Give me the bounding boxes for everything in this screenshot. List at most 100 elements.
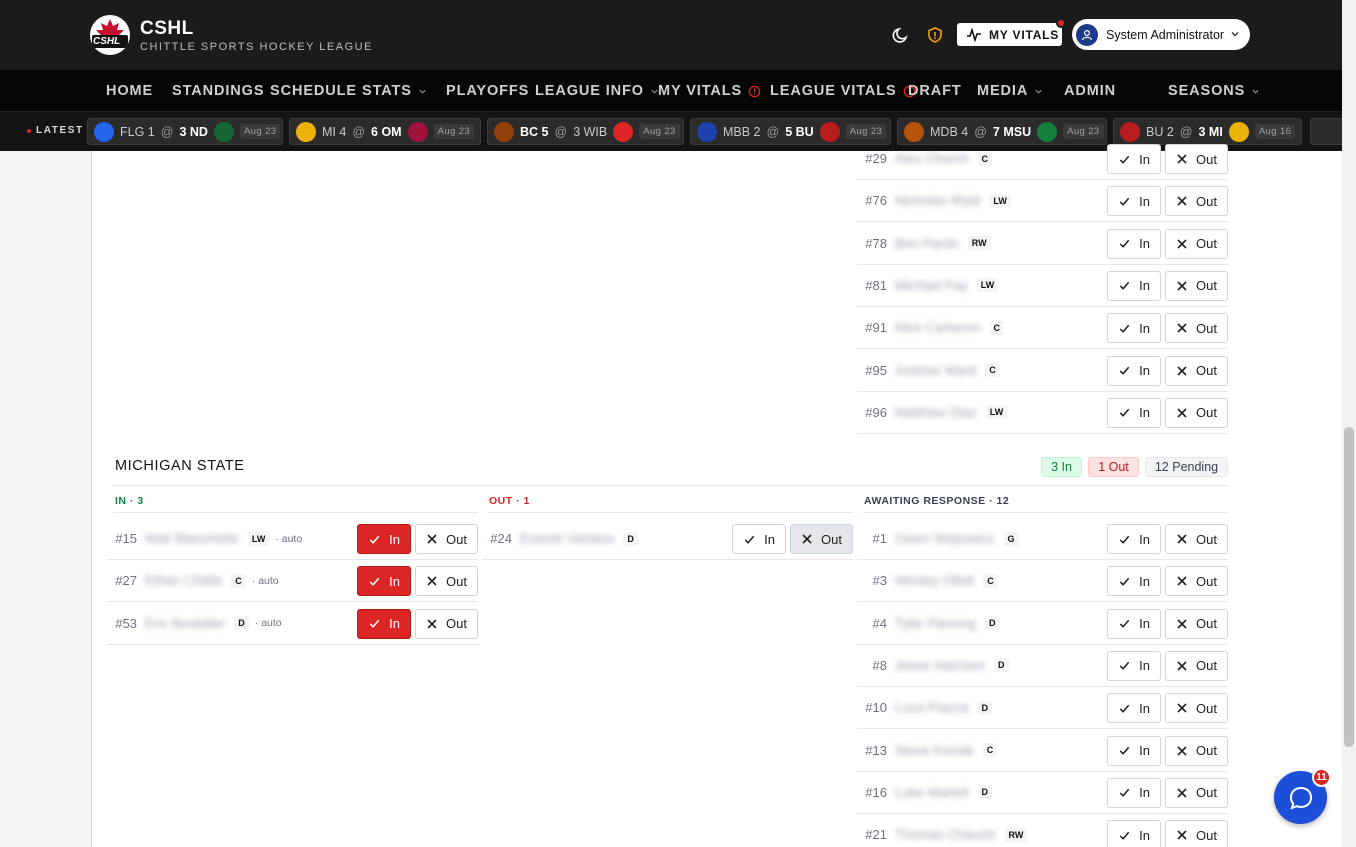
nav-draft[interactable]: DRAFT <box>908 70 962 112</box>
brand-name[interactable]: CSHL <box>140 18 194 40</box>
in-button[interactable]: In <box>1107 228 1161 259</box>
in-button[interactable]: In <box>1107 270 1161 301</box>
nav-media[interactable]: MEDIA <box>977 70 1043 112</box>
out-button[interactable]: Out <box>1165 524 1228 554</box>
position-badge: C <box>231 573 246 588</box>
in-button[interactable]: In <box>1107 693 1161 724</box>
in-button[interactable]: In <box>1107 608 1161 639</box>
player-name[interactable]: Tyler Fleming <box>895 616 976 631</box>
in-button[interactable]: In <box>1107 566 1161 597</box>
auto-label: · auto <box>254 617 282 630</box>
my-vitals-label: MY VITALS <box>989 27 1060 42</box>
player-name[interactable]: Eric Boutelier <box>145 616 225 631</box>
nav-league-vitals[interactable]: LEAGUE VITALS <box>770 70 916 112</box>
at-separator: @ <box>974 124 987 139</box>
in-label: In <box>1139 573 1150 589</box>
player-name[interactable]: Alex Church <box>895 151 969 166</box>
in-button[interactable]: In <box>357 608 411 639</box>
jersey-number: #76 <box>865 193 887 209</box>
player-name[interactable]: Wesley Ollett <box>895 573 974 588</box>
player-name[interactable]: Matt Blanchette <box>145 531 239 546</box>
out-button[interactable]: Out <box>1165 313 1228 344</box>
out-button[interactable]: Out <box>1165 186 1228 217</box>
player-name[interactable]: Matthew Diaz <box>895 405 977 420</box>
in-button[interactable]: In <box>732 524 786 554</box>
player-name[interactable]: Luca Piazza <box>895 700 969 715</box>
in-button[interactable]: In <box>1107 777 1161 808</box>
player-name[interactable]: Jesse Harrison <box>895 658 985 673</box>
out-button[interactable]: Out <box>1165 820 1228 847</box>
out-button[interactable]: Out <box>1165 228 1228 259</box>
nav-home[interactable]: HOME <box>106 70 153 112</box>
in-button[interactable]: In <box>357 566 411 597</box>
nav-seasons[interactable]: SEASONS <box>1168 70 1260 112</box>
ticker-label-text: LATEST <box>36 125 84 136</box>
nav-stats[interactable]: STATS <box>362 70 427 112</box>
in-button[interactable]: In <box>357 524 411 554</box>
player-name[interactable]: Andrew Ward <box>895 363 976 378</box>
nav-playoffs[interactable]: PLAYOFFS <box>446 70 529 112</box>
in-button[interactable]: In <box>1107 397 1161 428</box>
shield-icon[interactable] <box>925 25 945 45</box>
jersey-number: #13 <box>865 742 887 758</box>
player-row: #91 Nick Cameron C In Out <box>857 307 1228 350</box>
my-vitals-button[interactable]: MY VITALS <box>957 18 1066 46</box>
in-button[interactable]: In <box>1107 144 1161 174</box>
out-button[interactable]: Out <box>1165 608 1228 639</box>
out-button[interactable]: Out <box>1165 650 1228 681</box>
player-name[interactable]: Michael Fay <box>895 278 968 293</box>
user-menu[interactable]: System Administrator <box>1072 19 1250 50</box>
ticker-game[interactable]: FLG 1 @3 ND Aug 23 <box>87 118 283 145</box>
nav-standings[interactable]: STANDINGS <box>172 70 264 112</box>
team-logo-icon <box>697 121 717 142</box>
player-name[interactable]: Nick Cameron <box>895 320 981 335</box>
ticker-game-partial[interactable] <box>1310 118 1342 145</box>
ticker-game[interactable]: BC 5 @3 WIB Aug 23 <box>487 118 684 145</box>
player-row: #21 Thomas Chauret RW In Out <box>857 814 1228 847</box>
league-logo[interactable]: CSHL <box>90 15 130 55</box>
player-name[interactable]: Thomas Chauret <box>895 827 996 842</box>
out-button[interactable]: Out <box>1165 397 1228 428</box>
nav-admin[interactable]: ADMIN <box>1064 70 1116 112</box>
out-button[interactable]: Out <box>1165 735 1228 766</box>
moon-icon[interactable] <box>891 25 911 45</box>
check-icon <box>1119 662 1130 671</box>
ticker-game[interactable]: MI 4 @6 OM Aug 23 <box>289 118 481 145</box>
out-button[interactable]: Out <box>415 524 478 554</box>
player-name[interactable]: Ethan Chittle <box>145 573 222 588</box>
out-button[interactable]: Out <box>1165 693 1228 724</box>
player-name[interactable]: Owen Wojtowicz <box>895 531 995 546</box>
in-button[interactable]: In <box>1107 735 1161 766</box>
check-icon <box>1119 239 1130 249</box>
out-button[interactable]: Out <box>415 608 478 639</box>
in-button[interactable]: In <box>1107 820 1161 847</box>
out-button[interactable]: Out <box>1165 777 1228 808</box>
team-logo-icon <box>296 121 316 142</box>
in-button[interactable]: In <box>1107 313 1161 344</box>
close-icon <box>1177 619 1187 629</box>
player-name[interactable]: Steve Kociak <box>895 743 974 758</box>
in-button[interactable]: In <box>1107 355 1161 386</box>
player-row: #3 Wesley Ollett C In Out <box>857 560 1228 603</box>
in-button[interactable]: In <box>1107 524 1161 554</box>
nav-label: PLAYOFFS <box>446 83 530 99</box>
out-button[interactable]: Out <box>790 524 853 554</box>
nav-league-info[interactable]: LEAGUE INFO <box>535 70 659 112</box>
nav-schedule[interactable]: SCHEDULE <box>270 70 357 112</box>
scrollbar-thumb[interactable] <box>1344 427 1354 747</box>
player-name[interactable]: Luke Martell <box>895 785 969 800</box>
nav-my-vitals[interactable]: MY VITALS <box>658 70 761 112</box>
in-button[interactable]: In <box>1107 650 1161 681</box>
player-name[interactable]: Ben Pardo <box>895 236 959 251</box>
player-name[interactable]: Nicholas Wyld <box>895 193 980 208</box>
out-button[interactable]: Out <box>415 566 478 597</box>
out-button[interactable]: Out <box>1165 144 1228 174</box>
out-label: Out <box>1196 151 1217 167</box>
out-button[interactable]: Out <box>1165 566 1228 597</box>
out-label: Out <box>446 573 467 589</box>
out-button[interactable]: Out <box>1165 270 1228 301</box>
jersey-number: #21 <box>865 827 887 843</box>
in-button[interactable]: In <box>1107 186 1161 217</box>
out-button[interactable]: Out <box>1165 355 1228 386</box>
player-name[interactable]: Everett Vanlaos <box>520 531 614 546</box>
